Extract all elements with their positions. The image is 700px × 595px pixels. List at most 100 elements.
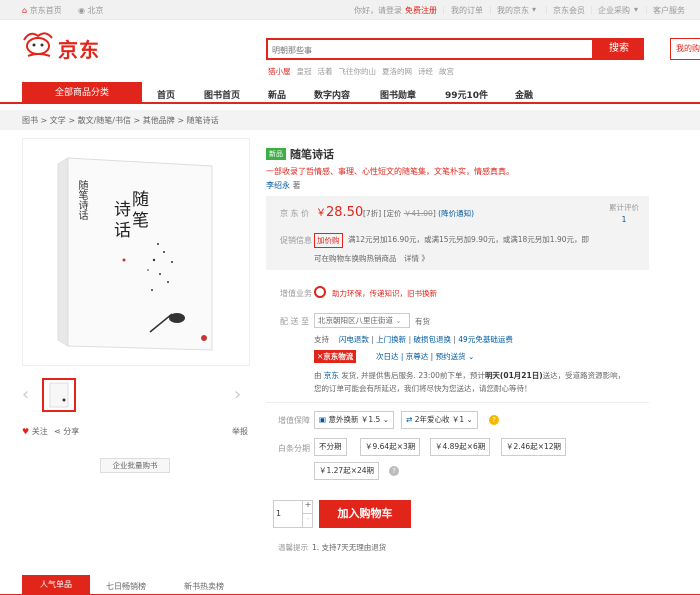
logistics-option[interactable]: 京尊达	[406, 352, 429, 361]
breadcrumb-item[interactable]: 散文/随笔/书信	[78, 116, 131, 125]
breadcrumb: 图书 > 文学 > 散文/随笔/书信 > 其他品牌 > 随笔诗话	[22, 116, 219, 125]
all-categories-button[interactable]: 全部商品分类	[22, 82, 142, 104]
tab-new-bestsellers[interactable]: 新书热卖榜	[184, 581, 224, 592]
installment-option[interactable]: ￥1.27起×24期	[314, 462, 380, 480]
follow-button[interactable]: ♥ 关注	[22, 426, 48, 437]
nav-digital[interactable]: 数字内容	[314, 88, 350, 101]
my-jd-link[interactable]: 我的京东	[497, 5, 529, 16]
jd-dog-mascot-icon[interactable]	[22, 28, 58, 58]
promo-details-link[interactable]: 可在购物车换购热销商品 详情 》	[314, 253, 429, 264]
support-item[interactable]: 闪电退款	[339, 335, 369, 344]
chevron-down-icon: ⌄	[382, 415, 389, 424]
nav-home[interactable]: 首页	[157, 88, 175, 101]
chevron-left-icon[interactable]: ‹	[22, 384, 29, 405]
search-input[interactable]	[272, 42, 590, 58]
customer-service-link[interactable]: 客户服务	[653, 5, 685, 16]
hotword-link[interactable]: 故宫	[439, 67, 454, 76]
support-item[interactable]: 49元免基础运费	[458, 335, 513, 344]
chevron-down-icon: ▾	[634, 5, 639, 14]
breadcrumb-item[interactable]: 其他品牌	[143, 116, 175, 125]
my-cart-button[interactable]: 我的购物车	[670, 38, 700, 60]
report-link[interactable]: 举报	[232, 426, 248, 437]
breadcrumb-item[interactable]: 随笔诗话	[187, 116, 219, 125]
chevron-right-icon[interactable]: ›	[234, 384, 241, 405]
hot-search-words: 猎小屋 皇冠 活着 飞往你的山 夏洛的网 诗经 故宫	[268, 66, 460, 77]
jd-vip-link[interactable]: 京东会员	[553, 5, 585, 16]
shipping-info-2: 您的订单可能会有所延迟，我们将尽快为您送达，请您耐心等待！	[314, 384, 532, 393]
nav-books-home[interactable]: 图书首页	[204, 88, 240, 101]
divider: |	[442, 5, 445, 14]
logistics-option[interactable]: 预约送货	[436, 352, 466, 361]
location-pin-icon: ◉	[78, 6, 85, 15]
shield-icon: ▣	[319, 415, 327, 424]
quantity-decrease-button[interactable]: -	[302, 514, 313, 528]
review-count[interactable]: 累计评价 1	[606, 202, 642, 224]
quantity-increase-button[interactable]: +	[302, 500, 313, 514]
help-icon[interactable]: ?	[489, 415, 499, 425]
address-selector[interactable]: 北京朝阳区八里庄街道 ⌄	[314, 313, 410, 328]
product-title: 随笔诗话	[290, 148, 334, 161]
home-link[interactable]: ⌂ 京东首页	[22, 5, 62, 16]
bulk-purchase-button[interactable]: 企业批量购书	[100, 458, 170, 473]
help-icon[interactable]: ?	[389, 466, 399, 476]
support-services: 支持 闪电退款 | 上门换新 | 破损包退换 | 49元免基础运费	[314, 335, 513, 344]
hotword-link[interactable]: 活着	[318, 67, 333, 76]
add-to-cart-button[interactable]: 加入购物车	[319, 500, 411, 528]
promo-tag: 加价购	[314, 233, 343, 248]
price-notify-link[interactable]: (降价通知)	[438, 209, 474, 218]
product-subtitle: 一部收录了哲情感、事理、心性短文的随笔集，文笔朴实，情感真真。	[266, 167, 514, 176]
location-selector[interactable]: ◉ 北京	[78, 5, 104, 16]
enterprise-link[interactable]: 企业采购	[598, 5, 630, 16]
tab-7day-bestsellers[interactable]: 七日畅销榜	[106, 581, 146, 592]
hotword-link[interactable]: 诗经	[418, 67, 433, 76]
jd-logistics-badge: ✕京东物流	[314, 350, 357, 363]
share-button[interactable]: ⋖ 分享	[54, 426, 79, 437]
divider: |	[545, 5, 548, 14]
hotword-link[interactable]: 猎小屋	[268, 67, 291, 76]
chevron-down-icon: ⌄	[467, 352, 475, 361]
trade-in-link[interactable]: 助力环保，传递知识，旧书换新	[332, 288, 437, 299]
services-label: 增值业务	[280, 289, 312, 298]
breadcrumb-item[interactable]: 图书	[22, 116, 38, 125]
new-badge: 新品	[266, 148, 286, 160]
thumbnail-image[interactable]	[42, 378, 76, 412]
register-link[interactable]: 免费注册	[405, 5, 437, 16]
support-item[interactable]: 破损包退换	[413, 335, 451, 344]
installment-option[interactable]: ￥4.89起×6期	[430, 438, 491, 456]
shipping-info: 由 京东 发货, 并提供售后服务. 23:00前下单，预计明天(01月21日)送…	[314, 371, 626, 380]
installment-option[interactable]: 不分期	[314, 438, 347, 456]
home-icon: ⌂	[22, 6, 28, 15]
divider: |	[645, 5, 648, 14]
warm-tip: 温馨提示 1. 支持7天无理由退货	[278, 543, 387, 552]
search-button[interactable]: 搜索	[594, 38, 644, 60]
chevron-down-icon: ⌄	[395, 316, 402, 325]
nav-new[interactable]: 新品	[268, 88, 286, 101]
author-link[interactable]: 李绍永	[266, 181, 290, 190]
nav-medals[interactable]: 图书勋章	[380, 88, 416, 101]
support-item[interactable]: 上门换新	[376, 335, 406, 344]
jd-logo[interactable]: 京东	[58, 34, 100, 63]
care-protection-option[interactable]: ⇄ 2年爱心收 ￥1 ⌄	[401, 411, 478, 429]
login-link[interactable]: 你好，请登录	[354, 5, 402, 16]
promo-text: 满12元另加16.90元，或满15元另加9.90元，或满18元另加1.90元，即	[348, 235, 589, 244]
hotword-link[interactable]: 夏洛的网	[382, 67, 412, 76]
tab-popular[interactable]: 人气单品	[22, 575, 90, 595]
logistics-option[interactable]: 次日达	[376, 352, 399, 361]
stock-status: 有货	[415, 317, 430, 326]
hotword-link[interactable]: 皇冠	[297, 67, 312, 76]
my-orders-link[interactable]: 我的订单	[451, 5, 483, 16]
divider: |	[590, 5, 593, 14]
installment-label: 白条分期	[278, 444, 310, 453]
hotword-link[interactable]: 飞往你的山	[339, 67, 377, 76]
author-line: 李绍永 著	[266, 181, 301, 190]
accident-protection-option[interactable]: ▣ 意外换新 ￥1.5 ⌄	[314, 411, 394, 429]
installment-option[interactable]: ￥9.64起×3期	[360, 438, 421, 456]
promo-label: 促销信息	[280, 236, 312, 245]
heart-icon: ♥	[22, 427, 30, 436]
breadcrumb-item[interactable]: 文学	[50, 116, 66, 125]
quantity-input[interactable]: 1	[276, 509, 281, 518]
installment-option[interactable]: ￥2.46起×12期	[501, 438, 567, 456]
nav-finance[interactable]: 金融	[515, 88, 533, 101]
nav-99-10[interactable]: 99元10件	[445, 88, 488, 101]
discount-info: [7折] [定价 ￥41.00] (降价通知)	[363, 209, 475, 218]
